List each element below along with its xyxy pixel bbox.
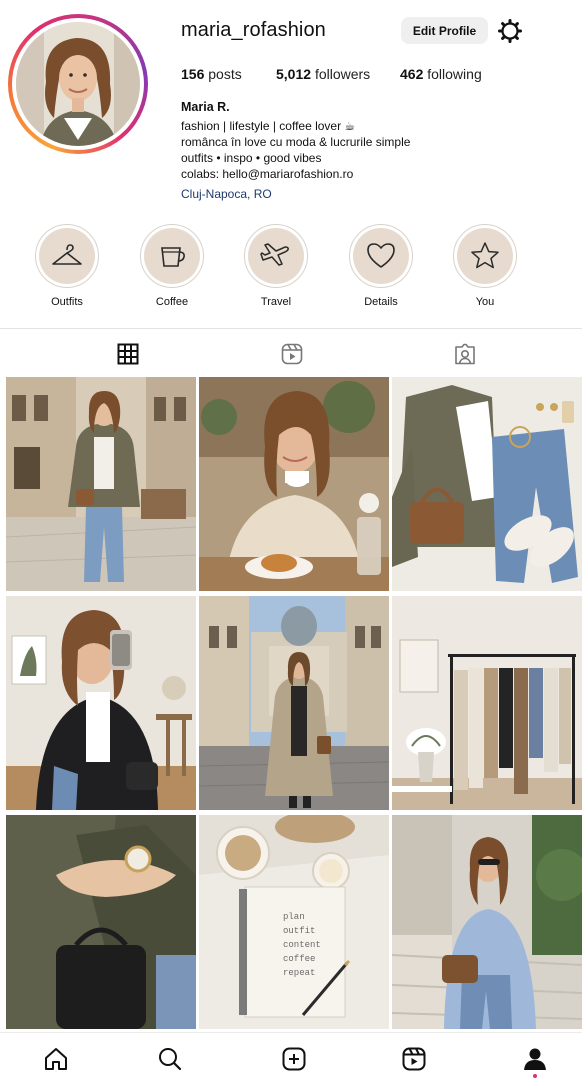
post-mirror-selfie[interactable] [6, 596, 196, 810]
nav-profile[interactable] [521, 1045, 549, 1073]
post-cafe-coffee[interactable] [199, 377, 389, 591]
posts-stat[interactable]: 156 posts [181, 66, 242, 82]
tagged-icon [455, 343, 475, 365]
tab-posts-grid[interactable] [114, 340, 142, 368]
highlight-label: Details [364, 296, 398, 308]
followers-label: followers [314, 66, 371, 82]
post-notebook-candle[interactable]: plan outfit content coffee repeat [199, 815, 389, 1029]
posts-label: posts [208, 66, 242, 82]
home-icon [45, 1048, 67, 1070]
airplane-icon [260, 243, 289, 266]
highlight-label: Outfits [51, 296, 83, 308]
star-icon [471, 242, 499, 269]
highlight-cover [35, 224, 99, 288]
highlight-outfits[interactable]: Outfits [35, 224, 99, 308]
highlight-coffee[interactable]: Coffee [140, 224, 204, 308]
profile-avatar-ring[interactable] [8, 14, 148, 154]
highlight-label: You [475, 296, 495, 308]
post-flatlay-outfit[interactable] [392, 377, 582, 591]
nav-reels[interactable] [400, 1045, 428, 1073]
tab-reels[interactable] [278, 340, 306, 368]
post-wardrobe-rack[interactable] [392, 596, 582, 810]
following-label: following [427, 66, 482, 82]
profile-active-dot [533, 1074, 537, 1078]
highlight-label: Travel [260, 296, 292, 308]
highlight-travel[interactable]: Travel [244, 224, 308, 308]
bio-line-4: colabs: hello@mariarofashion.ro [181, 167, 354, 181]
bio-line-3: outfits • inspo • good vibes [181, 151, 322, 165]
followers-stat[interactable]: 5,012 followers [276, 66, 370, 82]
reels-icon [402, 1047, 426, 1071]
bottom-nav [0, 1032, 582, 1080]
following-stat[interactable]: 462 following [400, 66, 482, 82]
highlight-you[interactable]: You [453, 224, 517, 308]
nav-home[interactable] [42, 1045, 70, 1073]
profile-username: maria_rofashion [181, 19, 326, 41]
highlight-cover [140, 224, 204, 288]
following-count: 462 [400, 66, 424, 82]
hanger-icon [52, 244, 82, 265]
highlight-label: Coffee [155, 296, 189, 308]
search-icon [159, 1048, 182, 1071]
avatar [16, 22, 140, 146]
profile-icon [524, 1048, 546, 1070]
coffee-cup-icon [161, 247, 185, 267]
heart-icon [367, 243, 395, 268]
nav-create[interactable] [280, 1045, 308, 1073]
reels-icon [281, 343, 303, 365]
avatar-border [12, 18, 144, 150]
post-bag-watch-detail[interactable] [6, 815, 196, 1029]
notebook-line-5: repeat [283, 968, 315, 978]
plus-square-icon [282, 1047, 306, 1071]
highlight-cover [453, 224, 517, 288]
notebook-line-4: coffee [283, 954, 315, 964]
display-name: Maria R. [181, 100, 230, 114]
bio-line-1: fashion | lifestyle | coffee lover ☕ [181, 119, 356, 133]
nav-search[interactable] [156, 1045, 184, 1073]
settings-gear-icon[interactable] [497, 18, 523, 44]
profile-bio: Maria R. fashion | lifestyle | coffee lo… [181, 99, 410, 202]
highlight-cover [349, 224, 413, 288]
tabs-divider [0, 328, 582, 329]
tab-tagged[interactable] [451, 340, 479, 368]
highlight-cover [244, 224, 308, 288]
notebook-line-3: content [283, 940, 321, 950]
post-blue-shirt-steps[interactable] [392, 815, 582, 1029]
post-street-outfit[interactable] [6, 377, 196, 591]
avatar-illustration [16, 22, 140, 146]
bio-line-2: românca în love cu moda & lucrurile simp… [181, 135, 411, 149]
followers-count: 5,012 [276, 66, 312, 82]
post-city-trench[interactable] [199, 596, 389, 810]
notebook-line-1: plan [283, 912, 305, 922]
highlight-details[interactable]: Details [349, 224, 413, 308]
posts-count: 156 [181, 66, 205, 82]
grid-icon [117, 343, 139, 365]
edit-profile-button[interactable]: Edit Profile [401, 17, 488, 44]
location-link[interactable]: Cluj-Napoca, RO [181, 186, 410, 202]
notebook-line-2: outfit [283, 926, 315, 936]
